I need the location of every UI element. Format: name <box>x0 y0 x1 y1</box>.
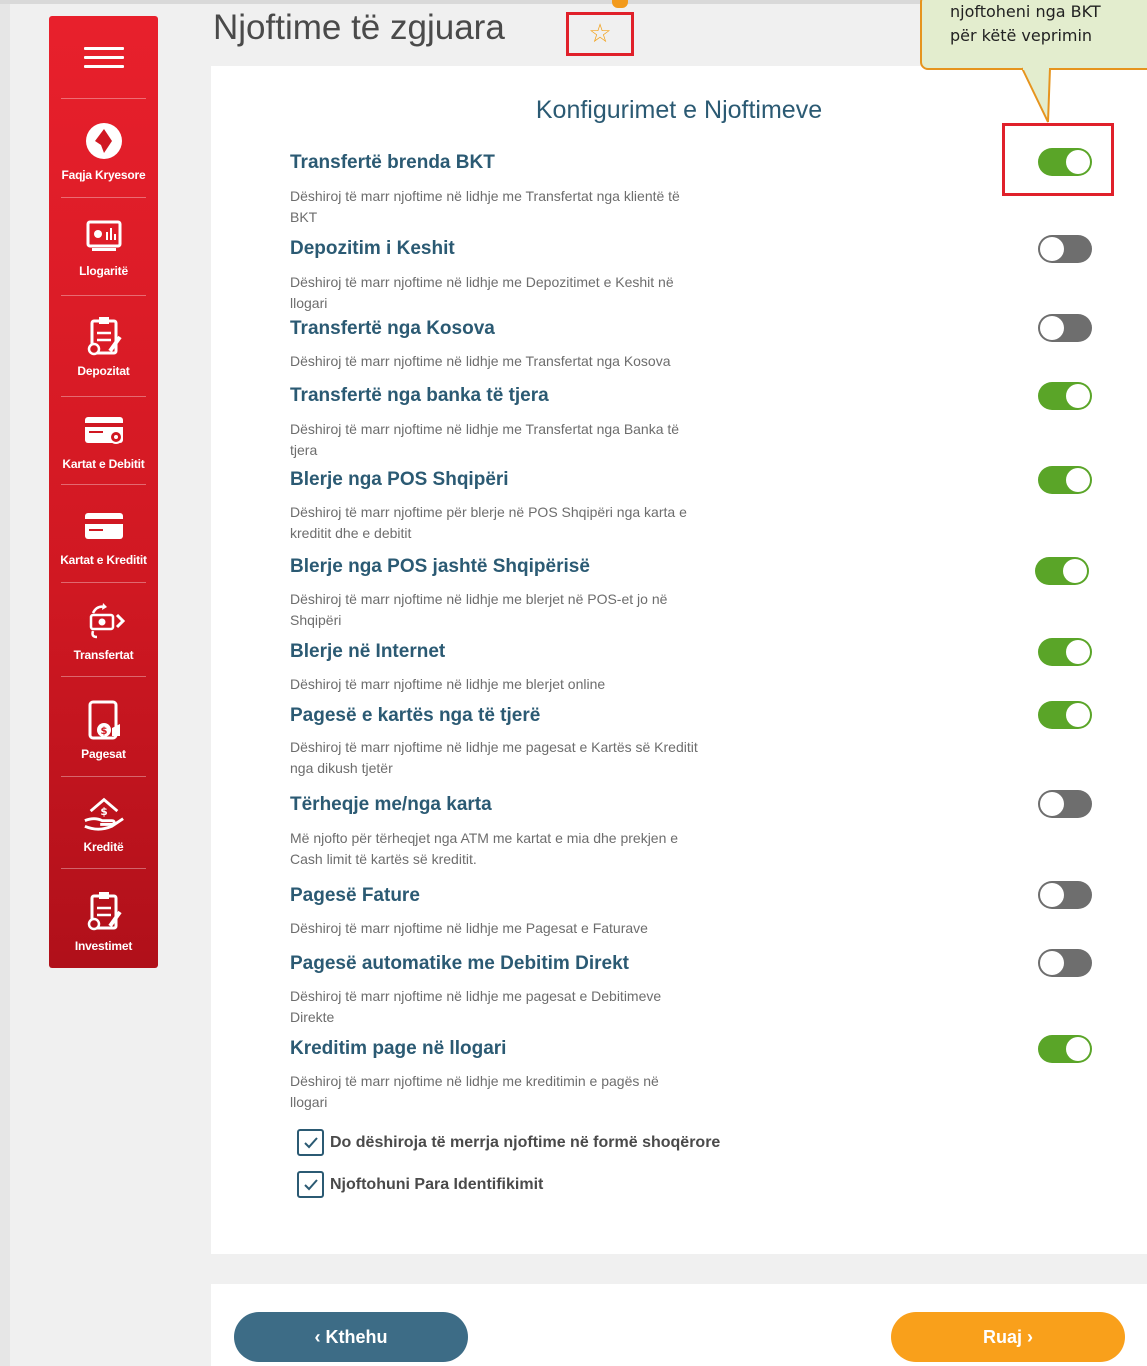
setting-description: Dëshiroj të marr njoftime në lidhje me b… <box>290 676 606 692</box>
setting-description: Dëshiroj të marr njoftime në lidhje me T… <box>290 188 680 225</box>
setting-title: Pagesë automatike me Debitim Direkt <box>290 953 629 974</box>
sidebar-item-investments[interactable]: Investimet <box>49 874 158 970</box>
sidebar-item-home[interactable]: Faqja Kryesore <box>49 103 158 199</box>
callout-text-line: njoftoheni nga BKT <box>950 2 1101 21</box>
sidebar-item-deposits[interactable]: Depozitat <box>49 299 158 395</box>
checkbox-label: Njoftohuni Para Identifikimit <box>330 1175 544 1193</box>
setting-description: Dëshiroj të marr njoftime në lidhje me p… <box>290 739 698 776</box>
transfers-icon <box>83 600 125 642</box>
sidebar-item-label: Investimet <box>74 939 133 953</box>
sidebar-divider <box>61 98 146 99</box>
toggle-invoice-payment[interactable] <box>1038 881 1092 909</box>
checkbox-label: Do dëshiroja të merrja njoftime në formë… <box>330 1133 721 1151</box>
debit-card-icon <box>83 409 125 451</box>
left-edge <box>0 0 10 1366</box>
payments-icon: $ <box>83 699 125 741</box>
sidebar-item-debit-cards[interactable]: Kartat e Debitit <box>49 392 158 488</box>
sidebar-item-label: Depozitat <box>77 364 130 378</box>
sidebar-item-label: Faqja Kryesore <box>61 168 146 182</box>
setting-description: Dëshiroj të marr njoftime në lidhje me p… <box>290 988 662 1025</box>
setting-title: Pagesë Fature <box>290 885 420 906</box>
sidebar-item-label: Kreditë <box>83 840 124 854</box>
loans-icon: $ <box>83 792 125 834</box>
home-logo-icon <box>83 120 125 162</box>
sidebar-divider <box>61 676 146 677</box>
callout-text-line: për këtë veprimin <box>950 26 1093 45</box>
setting-description: Dëshiroj të marr njoftime në lidhje me D… <box>290 274 674 311</box>
menu-toggle-button[interactable] <box>49 16 158 98</box>
toggle-internet-purchase[interactable] <box>1038 638 1092 666</box>
investments-icon <box>83 891 125 933</box>
setting-description: Më njofto për tërheqjet nga ATM me karta… <box>290 830 679 867</box>
favorite-star-button[interactable]: ☆ <box>566 12 634 56</box>
sidebar-item-payments[interactable]: $ Pagesat <box>49 682 158 778</box>
toggle-transfer-other-banks[interactable] <box>1038 382 1092 410</box>
toggle-card-payment-by-others[interactable] <box>1038 701 1092 729</box>
sidebar-item-label: Kartat e Debitit <box>62 457 145 471</box>
credit-card-icon <box>83 505 125 547</box>
toggle-direct-debit[interactable] <box>1038 949 1092 977</box>
sidebar-item-transfers[interactable]: Transfertat <box>49 583 158 679</box>
setting-description: Dëshiroj të marr njoftime për blerje në … <box>290 504 687 541</box>
toggle-cash-deposit[interactable] <box>1038 235 1092 263</box>
callout-pointer <box>1021 65 1051 123</box>
save-button[interactable]: Ruaj › <box>891 1312 1125 1362</box>
setting-title: Blerje nga POS jashtë Shqipërisë <box>290 556 590 577</box>
setting-title: Blerje nga POS Shqipëri <box>290 469 509 490</box>
setting-title: Depozitim i Keshit <box>290 238 455 259</box>
setting-description: Dëshiroj të marr njoftime në lidhje me T… <box>290 421 680 458</box>
pre-login-notifications-checkbox[interactable]: Njoftohuni Para Identifikimit <box>297 1171 543 1198</box>
setting-title: Transfertë nga banka të tjera <box>290 385 549 406</box>
setting-description: Dëshiroj të marr njoftime në lidhje me k… <box>290 1073 659 1110</box>
sidebar-item-label: Transfertat <box>73 648 134 662</box>
toggle-salary-credit[interactable] <box>1038 1035 1092 1063</box>
checkmark-icon <box>297 1171 324 1198</box>
sidebar-divider <box>61 197 146 198</box>
toggle-transfer-from-kosovo[interactable] <box>1038 314 1092 342</box>
back-button[interactable]: ‹ Kthehu <box>234 1312 468 1362</box>
checkmark-icon <box>297 1129 324 1156</box>
toggle-atm-withdrawal[interactable] <box>1038 790 1092 818</box>
sidebar-divider <box>61 295 146 296</box>
svg-text:$: $ <box>100 806 107 818</box>
setting-title: Kreditim page në llogari <box>290 1038 507 1059</box>
star-outline-icon: ☆ <box>588 19 612 49</box>
sidebar-item-label: Pagesat <box>81 747 126 761</box>
setting-description: Dëshiroj të marr njoftime në lidhje me P… <box>290 920 648 936</box>
deposits-icon <box>83 316 125 358</box>
sidebar-item-accounts[interactable]: Llogaritë <box>49 199 158 295</box>
setting-description: Dëshiroj të marr njoftime në lidhje me T… <box>290 353 671 369</box>
svg-text:$: $ <box>100 726 107 737</box>
accounts-icon <box>83 216 125 258</box>
setting-title: Pagesë e kartës nga të tjerë <box>290 705 541 726</box>
social-notifications-checkbox[interactable]: Do dëshiroja të merrja njoftime në formë… <box>297 1129 720 1156</box>
setting-title: Transfertë brenda BKT <box>290 152 495 173</box>
sidebar-divider <box>61 484 146 485</box>
sidebar-item-loans[interactable]: $ Kreditë <box>49 775 158 871</box>
sidebar-divider <box>61 868 146 869</box>
setting-title: Transfertë nga Kosova <box>290 318 495 339</box>
setting-title: Blerje në Internet <box>290 641 446 662</box>
page-title: Njoftime të zgjuara <box>213 8 505 47</box>
card-title: Konfigurimet e Njoftimeve <box>535 96 823 124</box>
sidebar-item-label: Llogaritë <box>79 264 128 278</box>
sidebar-item-label: Kartat e Kreditit <box>60 553 147 567</box>
sidebar: Faqja Kryesore Llogaritë Depozitat Karta… <box>49 16 158 968</box>
highlight-box <box>1002 123 1114 196</box>
toggle-pos-abroad[interactable] <box>1035 557 1089 585</box>
sidebar-item-credit-cards[interactable]: Kartat e Kreditit <box>49 488 158 584</box>
toggle-pos-albania[interactable] <box>1038 466 1092 494</box>
annotation-arrow <box>612 0 628 8</box>
setting-title: Tërheqje me/nga karta <box>290 794 492 815</box>
hamburger-icon <box>83 41 124 74</box>
setting-description: Dëshiroj të marr njoftime në lidhje me b… <box>290 591 668 628</box>
